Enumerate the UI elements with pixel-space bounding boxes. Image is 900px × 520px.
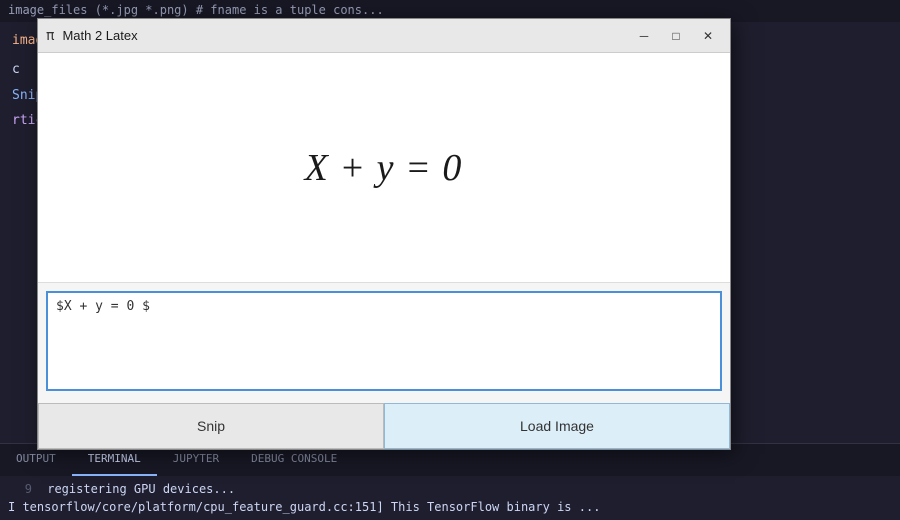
snip-button[interactable]: Snip <box>38 403 384 449</box>
latex-section: $X + y = 0 $ <box>38 283 730 403</box>
load-image-button[interactable]: Load Image <box>384 403 730 449</box>
modal-window: π Math 2 Latex ─ □ ✕ X + y = 0 $X + y = … <box>37 18 731 450</box>
app-icon: π <box>46 28 54 44</box>
latex-input[interactable]: $X + y = 0 $ <box>46 291 722 391</box>
code-text-c: c <box>12 62 20 77</box>
bottom-bar: OUTPUT TERMINAL JUPYTER DEBUG CONSOLE 9 … <box>0 443 900 520</box>
terminal-line-2: I tensorflow/core/platform/cpu_feature_g… <box>8 498 892 516</box>
close-button[interactable]: ✕ <box>694 25 722 47</box>
maximize-button[interactable]: □ <box>662 25 690 47</box>
title-bar: π Math 2 Latex ─ □ ✕ <box>38 19 730 53</box>
math-display-area: X + y = 0 <box>38 53 730 283</box>
window-controls: ─ □ ✕ <box>630 25 722 47</box>
math-formula: X + y = 0 <box>305 146 464 190</box>
terminal-output: 9 registering GPU devices... I tensorflo… <box>0 476 900 520</box>
minimize-button[interactable]: ─ <box>630 25 658 47</box>
terminal-line-1: 9 registering GPU devices... <box>8 480 892 498</box>
window-title: Math 2 Latex <box>62 28 622 43</box>
button-bar: Snip Load Image <box>38 403 730 449</box>
